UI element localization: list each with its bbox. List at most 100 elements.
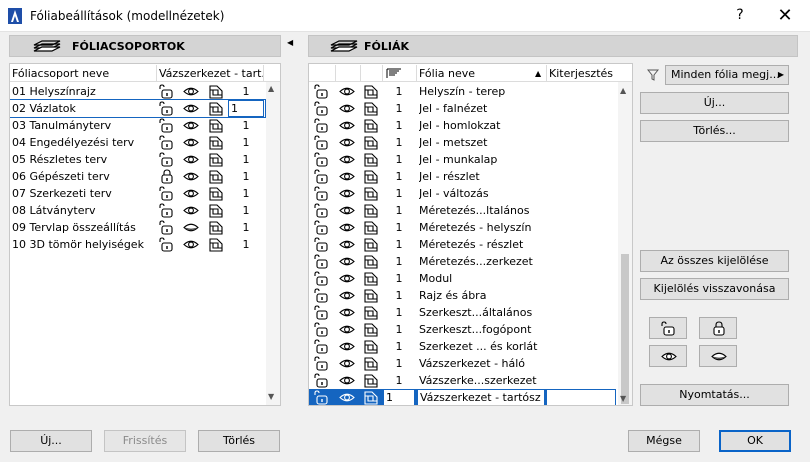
model-view-icon[interactable] xyxy=(363,135,379,150)
model-view-icon[interactable] xyxy=(208,84,224,99)
col-model-view[interactable]: Vázszerkezet - tart... xyxy=(159,67,263,80)
model-view-icon[interactable] xyxy=(208,186,224,201)
unlock-icon[interactable] xyxy=(314,84,330,99)
model-view-icon[interactable] xyxy=(363,237,379,252)
eye-open-icon[interactable] xyxy=(339,220,355,235)
model-view-icon[interactable] xyxy=(363,288,379,303)
combination-row[interactable]: 04 Engedélyezési terv 1 xyxy=(10,134,265,151)
model-view-icon[interactable] xyxy=(363,373,379,388)
layer-row[interactable]: 1 Vázszerke...szerkezet xyxy=(309,372,616,389)
model-view-icon[interactable] xyxy=(363,186,379,201)
unlock-icon[interactable] xyxy=(314,305,330,320)
layers-list[interactable]: Fólia neve ▲ Kiterjesztés 1 Helyszín - te… xyxy=(308,63,633,406)
eye-open-icon[interactable] xyxy=(183,135,199,150)
eye-open-icon[interactable] xyxy=(339,288,355,303)
new-combination-button[interactable]: Új... xyxy=(10,430,92,452)
combination-row[interactable]: 06 Gépészeti terv 1 xyxy=(10,168,265,185)
eye-open-icon[interactable] xyxy=(339,152,355,167)
new-layer-button[interactable]: Új... xyxy=(640,92,789,114)
eye-open-icon[interactable] xyxy=(339,339,355,354)
layer-row[interactable]: 1 Vázszerkezet - háló xyxy=(309,355,616,372)
unlock-icon[interactable] xyxy=(314,390,330,405)
layer-row[interactable]: 1 Jel - metszet xyxy=(309,134,616,151)
eye-open-icon[interactable] xyxy=(339,118,355,133)
refresh-button[interactable]: Frissítés xyxy=(104,430,186,452)
unlock-icon[interactable] xyxy=(314,220,330,235)
deselect-button[interactable]: Kijelölés visszavonása xyxy=(640,278,789,300)
layer-row[interactable]: 1 Méretezés - részlet xyxy=(309,236,616,253)
layer-row[interactable]: 1 Méretezés - helyszín xyxy=(309,219,616,236)
unlock-icon[interactable] xyxy=(159,118,175,133)
layer-row[interactable]: 1 Vázszerkezet - tartósz xyxy=(309,389,616,405)
layer-row[interactable]: 1 Jel - munkalap xyxy=(309,151,616,168)
model-view-icon[interactable] xyxy=(208,169,224,184)
unlock-icon[interactable] xyxy=(159,203,175,218)
layer-row[interactable]: 1 Rajz és ábra xyxy=(309,287,616,304)
layer-number-input[interactable]: 1 xyxy=(383,389,415,405)
delete-layer-button[interactable]: Törlés... xyxy=(640,120,789,142)
layer-row[interactable]: 1 Szerkeszt...általános xyxy=(309,304,616,321)
model-view-icon[interactable] xyxy=(363,203,379,218)
unlock-icon[interactable] xyxy=(159,220,175,235)
hide-all-button[interactable] xyxy=(699,345,737,367)
eye-open-icon[interactable] xyxy=(339,237,355,252)
eye-open-icon[interactable] xyxy=(339,390,355,405)
eye-open-icon[interactable] xyxy=(339,101,355,116)
unlock-icon[interactable] xyxy=(314,169,330,184)
eye-open-icon[interactable] xyxy=(339,373,355,388)
combination-row[interactable]: 08 Látványterv 1 xyxy=(10,202,265,219)
unlock-icon[interactable] xyxy=(314,322,330,337)
combination-row[interactable]: 01 Helyszínrajz 1 xyxy=(10,83,265,100)
eye-open-icon[interactable] xyxy=(339,84,355,99)
sort-arrow-icon[interactable]: ▲ xyxy=(535,69,545,78)
unlock-icon[interactable] xyxy=(159,186,175,201)
unlock-icon[interactable] xyxy=(314,288,330,303)
model-view-icon[interactable] xyxy=(363,118,379,133)
unlock-icon[interactable] xyxy=(314,118,330,133)
unlock-icon[interactable] xyxy=(314,203,330,218)
col-combination-name[interactable]: Fóliacsoport neve xyxy=(12,67,154,80)
combination-row[interactable]: 02 Vázlatok 1 xyxy=(10,99,266,118)
unlock-icon[interactable] xyxy=(314,101,330,116)
col-layer-name[interactable]: Fólia neve xyxy=(419,67,529,80)
model-view-icon[interactable] xyxy=(363,84,379,99)
help-button[interactable]: ? xyxy=(733,7,747,23)
eye-open-icon[interactable] xyxy=(183,237,199,252)
unlock-icon[interactable] xyxy=(314,186,330,201)
ok-button[interactable]: OK xyxy=(719,430,791,452)
model-view-icon[interactable] xyxy=(363,305,379,320)
model-view-icon[interactable] xyxy=(208,203,224,218)
model-view-icon[interactable] xyxy=(208,237,224,252)
scroll-down-icon[interactable]: ▼ xyxy=(268,392,274,401)
layer-number-input[interactable]: 1 xyxy=(228,100,264,117)
unlock-all-button[interactable] xyxy=(649,317,687,339)
unlock-icon[interactable] xyxy=(314,135,330,150)
layer-row[interactable]: 1 Helyszín - terep xyxy=(309,83,616,100)
model-view-icon[interactable] xyxy=(208,101,224,116)
model-view-icon[interactable] xyxy=(363,254,379,269)
eye-open-icon[interactable] xyxy=(183,186,199,201)
unlock-icon[interactable] xyxy=(314,356,330,371)
model-view-icon[interactable] xyxy=(363,356,379,371)
right-scrollbar[interactable]: ▲ ▼ xyxy=(618,82,632,405)
model-view-icon[interactable] xyxy=(208,135,224,150)
eye-open-icon[interactable] xyxy=(339,169,355,184)
combination-row[interactable]: 09 Tervlap összeállítás 1 xyxy=(10,219,265,236)
unlock-icon[interactable] xyxy=(159,101,175,116)
layer-row[interactable]: 1 Méretezés...zerkezet xyxy=(309,253,616,270)
model-view-icon[interactable] xyxy=(363,271,379,286)
delete-combination-button[interactable]: Törlés xyxy=(198,430,280,452)
eye-open-icon[interactable] xyxy=(183,84,199,99)
combination-row[interactable]: 05 Részletes terv 1 xyxy=(10,151,265,168)
scroll-down-icon[interactable]: ▼ xyxy=(620,394,626,403)
combination-row[interactable]: 10 3D tömör helyiségek 1 xyxy=(10,236,265,253)
unlock-icon[interactable] xyxy=(159,84,175,99)
model-view-icon[interactable] xyxy=(363,322,379,337)
unlock-icon[interactable] xyxy=(314,339,330,354)
eye-open-icon[interactable] xyxy=(339,322,355,337)
unlock-icon[interactable] xyxy=(159,152,175,167)
select-all-button[interactable]: Az összes kijelölése xyxy=(640,250,789,272)
eye-open-icon[interactable] xyxy=(183,169,199,184)
layer-combinations-list[interactable]: Fóliacsoport neve Vázszerkezet - tart...… xyxy=(9,63,281,406)
model-view-icon[interactable] xyxy=(363,390,379,405)
